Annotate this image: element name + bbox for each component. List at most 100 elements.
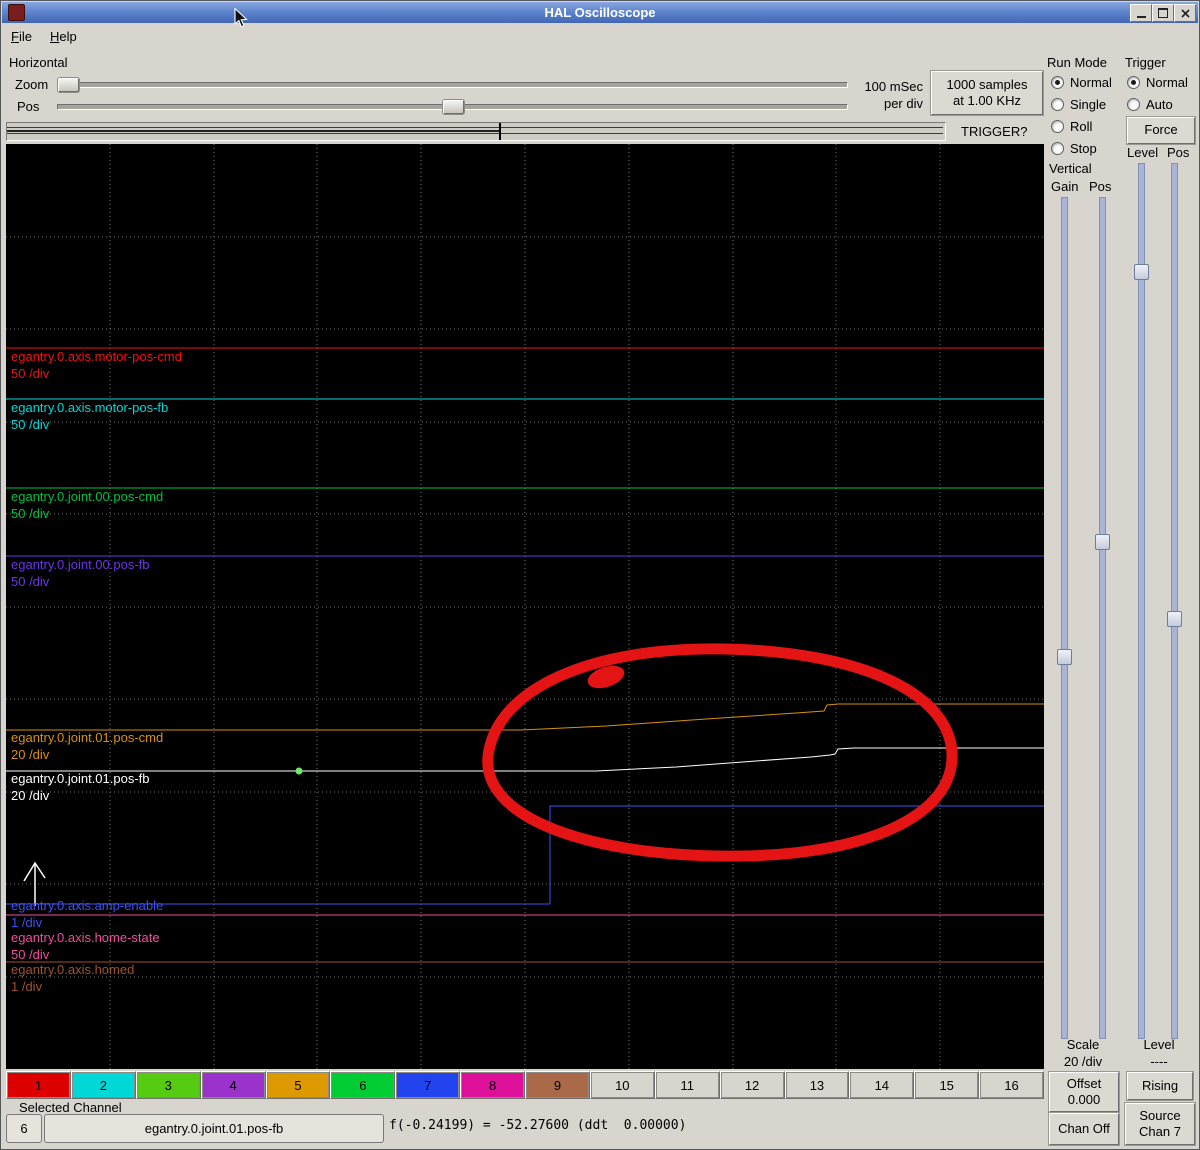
trigger-level-readout-value: ----: [1150, 1054, 1168, 1069]
radio-icon: [1127, 97, 1140, 111]
record-line-top: [7, 127, 943, 128]
trigger-pos-slider-track[interactable]: [1171, 163, 1178, 1039]
minimize-icon: [1136, 15, 1146, 18]
maximize-icon: [1158, 8, 1168, 18]
scale-label: Scale: [1066, 1037, 1100, 1052]
menu-file-accel: F: [11, 29, 19, 44]
record-position-bar: [6, 122, 946, 141]
vertical-pos-slider-handle[interactable]: [1095, 534, 1110, 550]
radio-selected-icon: [1127, 75, 1140, 89]
zoom-slider-track[interactable]: [57, 82, 848, 88]
channel-button-10[interactable]: 10: [589, 1071, 655, 1099]
scope-display: egantry.0.axis.motor-pos-cmd 50 /div ega…: [6, 144, 1044, 1069]
trigger-source-line1: Source: [1139, 1107, 1181, 1123]
trigger-level-slider-track[interactable]: [1138, 163, 1145, 1039]
radio-icon: [1051, 119, 1064, 133]
trigger-source-line2: Chan 7: [1139, 1124, 1181, 1139]
radio-icon: [1051, 97, 1064, 111]
channel-button-5[interactable]: 5: [265, 1071, 331, 1099]
runmode-normal-label: Normal: [1070, 74, 1112, 90]
runmode-normal-radio[interactable]: Normal: [1051, 74, 1112, 90]
channel-button-15[interactable]: 15: [914, 1071, 980, 1099]
close-button[interactable]: [1174, 4, 1196, 22]
samples-line2: at 1.00 KHz: [953, 93, 1021, 108]
trace-scale-9: 1 /div: [11, 979, 43, 994]
runmode-single-radio[interactable]: Single: [1051, 96, 1106, 112]
run-mode-frame-label: Run Mode: [1047, 55, 1107, 70]
menu-help[interactable]: Help: [41, 25, 86, 48]
samples-line1: 1000 samples: [946, 76, 1028, 92]
rising-button[interactable]: Rising: [1127, 1072, 1193, 1100]
mouse-cursor: [234, 8, 248, 28]
trigger-question-label: TRIGGER?: [961, 124, 1028, 139]
channel-button-11[interactable]: 11: [654, 1071, 720, 1099]
channel-button-8[interactable]: 8: [460, 1071, 525, 1099]
runmode-roll-radio[interactable]: Roll: [1051, 118, 1092, 134]
channel-button-1[interactable]: 1: [6, 1071, 71, 1099]
force-button[interactable]: Force: [1127, 117, 1195, 144]
runmode-roll-label: Roll: [1070, 118, 1093, 134]
offset-button-line2: 0.000: [1067, 1092, 1101, 1107]
trace-label-3: egantry.0.joint.00.pos-cmd: [11, 489, 164, 504]
vertical-pos-slider-track[interactable]: [1099, 197, 1106, 1039]
trace-label-4: egantry.0.joint.00.pos-fb: [11, 557, 150, 572]
channel-button-16[interactable]: 16: [979, 1071, 1044, 1099]
channel-button-13[interactable]: 13: [784, 1071, 850, 1099]
scale-value: 20 /div: [1063, 1054, 1103, 1069]
zoom-label: Zoom: [15, 77, 49, 92]
selected-channel-name-box[interactable]: egantry.0.joint.01.pos-fb: [44, 1114, 384, 1143]
runmode-stop-label: Stop: [1070, 140, 1097, 156]
trigger-auto-radio[interactable]: Auto: [1127, 96, 1173, 112]
scope-canvas: [6, 144, 1044, 1069]
selected-channel-number-value: 6: [20, 1121, 28, 1136]
channel-button-6[interactable]: 6: [330, 1071, 396, 1099]
channel-button-3[interactable]: 3: [135, 1071, 201, 1099]
channel-button-14[interactable]: 14: [849, 1071, 915, 1099]
hpos-label: Pos: [17, 99, 40, 114]
trace-label-8: egantry.0.axis.home-state: [11, 930, 160, 945]
channel-button-7[interactable]: 7: [395, 1071, 461, 1099]
runmode-stop-radio[interactable]: Stop: [1051, 140, 1097, 156]
minimize-button[interactable]: [1130, 4, 1152, 22]
app-icon[interactable]: [8, 4, 25, 21]
trigger-source-button[interactable]: Source Chan 7: [1125, 1103, 1195, 1145]
trace-label-7: egantry.0.axis.amp-enable: [11, 898, 164, 913]
menu-help-rest: elp: [59, 29, 77, 44]
trace-label-1: egantry.0.axis.motor-pos-cmd: [11, 349, 182, 364]
hpos-slider-handle[interactable]: [443, 100, 464, 114]
offset-button[interactable]: Offset 0.000: [1049, 1072, 1119, 1112]
trigger-level-col-label: Level: [1127, 145, 1159, 160]
gain-slider-handle[interactable]: [1057, 649, 1072, 665]
gain-slider-track[interactable]: [1061, 197, 1068, 1039]
runmode-single-label: Single: [1070, 96, 1107, 112]
channel-button-4[interactable]: 4: [200, 1071, 266, 1099]
trigger-level-readout-label: Level: [1143, 1037, 1175, 1052]
trace-label-2: egantry.0.axis.motor-pos-fb: [11, 400, 169, 415]
trigger-position-marker: [499, 123, 501, 140]
selected-channel-name-value: egantry.0.joint.01.pos-fb: [144, 1121, 284, 1136]
trigger-pos-slider-handle[interactable]: [1167, 611, 1182, 627]
title-bar: HAL Oscilloscope: [2, 2, 1198, 23]
channel-button-9[interactable]: 9: [525, 1071, 590, 1099]
trace-label-6: egantry.0.joint.01.pos-fb: [11, 771, 150, 786]
record-filled-segment: [7, 130, 499, 132]
menu-file-rest: ile: [18, 29, 32, 44]
window-title: HAL Oscilloscope: [544, 5, 656, 20]
menu-file[interactable]: File: [2, 25, 41, 48]
trigger-level-slider-handle[interactable]: [1134, 264, 1149, 280]
channel-button-2[interactable]: 2: [70, 1071, 136, 1099]
trigger-frame-label: Trigger: [1125, 55, 1166, 70]
trace-scale-4: 50 /div: [11, 574, 50, 589]
zoom-slider-handle[interactable]: [58, 78, 79, 92]
chan-off-button[interactable]: Chan Off: [1049, 1113, 1119, 1145]
trace-scale-6: 20 /div: [11, 788, 50, 803]
trigger-normal-radio[interactable]: Normal: [1127, 74, 1188, 90]
channel-button-12[interactable]: 12: [719, 1071, 785, 1099]
maximize-button[interactable]: [1152, 4, 1174, 22]
trace-scale-2: 50 /div: [11, 417, 50, 432]
value-readout: f(-0.24199) = -52.27600 (ddt 0.00000): [389, 1118, 687, 1133]
trace-label-5: egantry.0.joint.01.pos-cmd: [11, 730, 164, 745]
rising-button-label: Rising: [1141, 1077, 1179, 1093]
samples-button[interactable]: 1000 samples at 1.00 KHz: [931, 71, 1043, 115]
gain-col-label: Gain: [1051, 179, 1079, 194]
